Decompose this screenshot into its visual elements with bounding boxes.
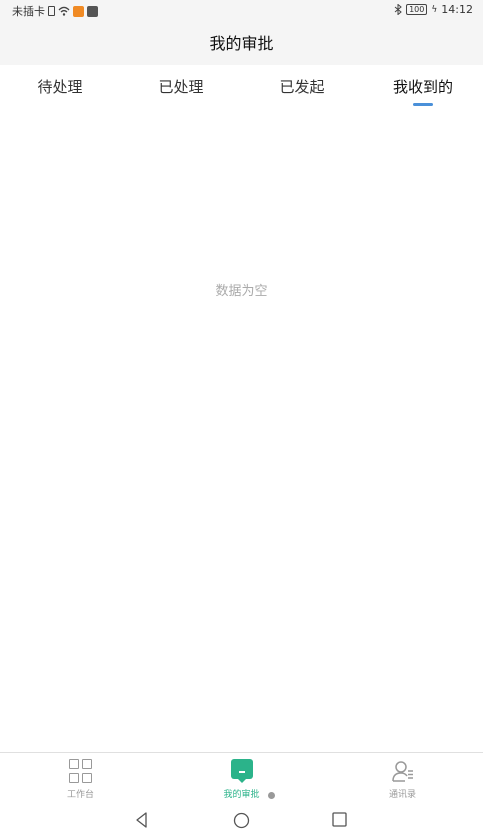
tab-label: 我收到的: [392, 78, 453, 96]
tab-label: 已发起: [279, 78, 325, 96]
tab-label: 待处理: [37, 78, 83, 96]
home-icon[interactable]: [233, 812, 250, 829]
system-nav-bar: [0, 802, 483, 839]
nav-label: 工作台: [66, 790, 94, 800]
nav-label: 我的审批: [223, 790, 260, 800]
nav-item-contacts[interactable]: 通讯录: [322, 753, 483, 803]
carrier-text: 未插卡: [12, 5, 45, 18]
notification-app-icon: [73, 5, 84, 17]
approval-icon-wrap: [230, 759, 254, 783]
bluetooth-icon: [394, 4, 402, 15]
bottom-nav: 工作台 我的审批 通讯录: [0, 752, 483, 803]
tab-pending[interactable]: 待处理: [0, 65, 120, 111]
battery-icon: 100: [406, 4, 428, 15]
wifi-icon: [58, 6, 70, 16]
tab-bar: 待处理 已处理 已发起 我收到的: [0, 65, 483, 111]
tab-initiated[interactable]: 已发起: [242, 65, 362, 111]
empty-state-text: 数据为空: [215, 284, 268, 299]
charging-icon: ϟ: [431, 4, 438, 15]
back-icon[interactable]: [134, 812, 150, 828]
active-tab-indicator: [413, 103, 433, 106]
clock-time: 14:12: [441, 3, 473, 16]
status-left: 未插卡: [12, 3, 98, 19]
page-title: 我的审批: [0, 22, 483, 65]
nav-label: 通讯录: [388, 790, 416, 800]
tab-processed[interactable]: 已处理: [121, 65, 241, 111]
nav-item-workbench[interactable]: 工作台: [0, 753, 161, 803]
contacts-icon: [391, 761, 413, 782]
sim-icon: [48, 6, 55, 16]
notification-app-icon-2: [87, 5, 98, 17]
tab-label: 已处理: [158, 78, 204, 96]
recent-apps-icon[interactable]: [332, 812, 347, 827]
approval-icon: [230, 759, 253, 783]
nav-item-my-approvals[interactable]: 我的审批: [161, 753, 322, 803]
grid-icon: [68, 759, 93, 783]
floating-dot: [268, 792, 275, 799]
status-right: 100 ϟ 14:12: [394, 3, 473, 16]
tab-received[interactable]: 我收到的: [363, 65, 483, 111]
status-bar: 未插卡 100 ϟ 14:12: [0, 0, 483, 22]
